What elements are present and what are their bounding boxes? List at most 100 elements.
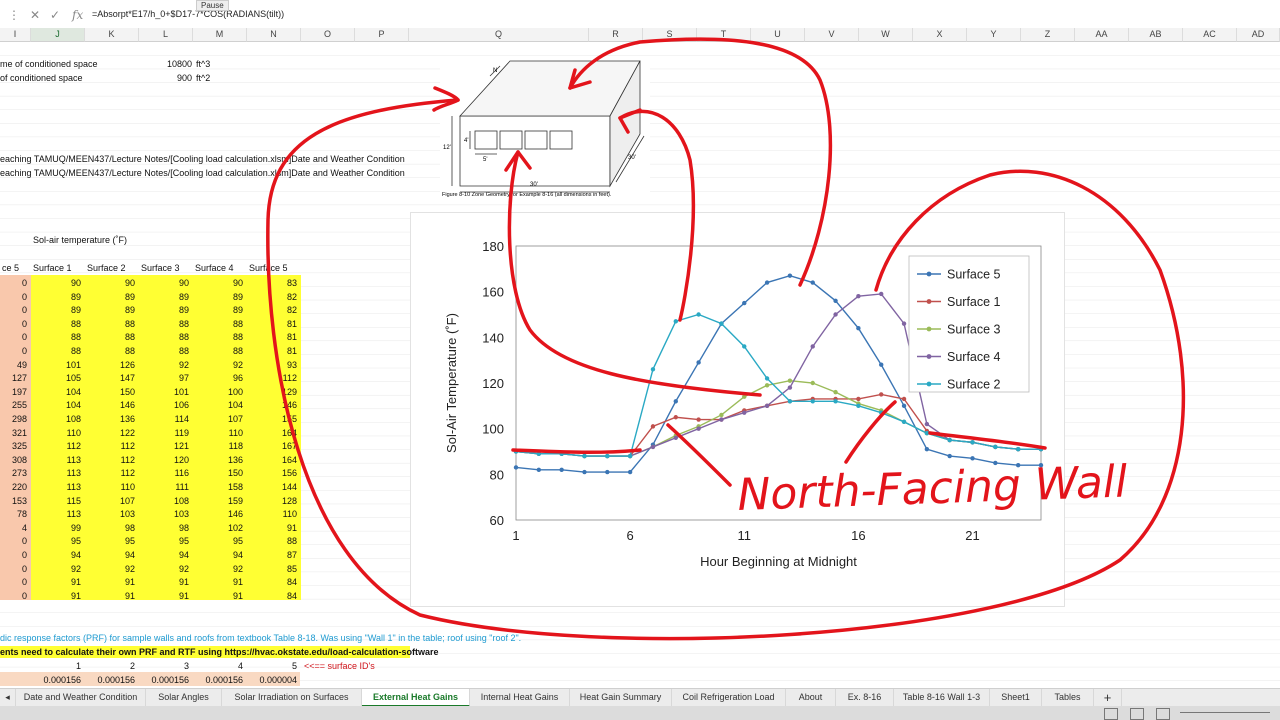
table-cell[interactable]: 111 [139, 481, 189, 493]
table-cell[interactable]: 104 [31, 399, 81, 411]
table-cell[interactable]: 88 [31, 318, 81, 330]
table-cell[interactable]: 89 [139, 291, 189, 303]
table-cell[interactable]: 91 [193, 576, 243, 588]
column-header-i[interactable]: I [0, 28, 31, 42]
table-cell[interactable]: 91 [139, 576, 189, 588]
formula-input[interactable]: =Absorpt*E17/h_0+$D17-7*COS(RADIANS(tilt… [92, 9, 284, 19]
tab-heat-gain-summary[interactable]: Heat Gain Summary [570, 689, 672, 707]
table-cell[interactable]: 89 [31, 304, 81, 316]
table-cell[interactable]: 110 [247, 508, 297, 520]
table-cell[interactable]: 93 [247, 359, 297, 371]
volume-value[interactable]: 10800 [150, 58, 192, 70]
link-cell-2[interactable]: eaching TAMUQ/MEEN437/Lecture Notes/[Coo… [0, 167, 405, 179]
area-value[interactable]: 900 [150, 72, 192, 84]
table-cell[interactable]: 88 [85, 318, 135, 330]
column-header-q[interactable]: Q [409, 28, 589, 42]
table-cell[interactable]: 197 [0, 386, 27, 398]
table-cell[interactable]: 49 [0, 359, 27, 371]
tab-solar-irradiation-on-surfaces[interactable]: Solar Irradiation on Surfaces [222, 689, 362, 707]
table-cell[interactable]: 81 [247, 345, 297, 357]
table-cell[interactable]: 92 [139, 563, 189, 575]
table-cell[interactable]: 90 [85, 277, 135, 289]
table-header[interactable]: Surface 5 [249, 262, 288, 274]
table-cell[interactable]: 110 [193, 427, 243, 439]
table-cell[interactable]: 88 [139, 318, 189, 330]
column-header-n[interactable]: N [247, 28, 301, 42]
table-cell[interactable]: 89 [31, 291, 81, 303]
column-header-w[interactable]: W [859, 28, 913, 42]
table-cell[interactable]: 102 [193, 522, 243, 534]
table-cell[interactable]: 0 [0, 576, 27, 588]
table-cell[interactable]: 100 [193, 386, 243, 398]
area-unit[interactable]: ft^2 [196, 72, 210, 84]
table-cell[interactable]: 96 [193, 372, 243, 384]
table-cell[interactable]: 107 [193, 413, 243, 425]
table-cell[interactable]: 155 [247, 413, 297, 425]
table-cell[interactable]: 81 [247, 331, 297, 343]
table-cell[interactable]: 113 [31, 481, 81, 493]
table-cell[interactable]: 98 [85, 522, 135, 534]
table-cell[interactable]: 0 [0, 277, 27, 289]
volume-unit[interactable]: ft^3 [196, 58, 210, 70]
column-header-aa[interactable]: AA [1075, 28, 1129, 42]
table-cell[interactable]: 91 [193, 590, 243, 602]
table-cell[interactable]: 106 [139, 399, 189, 411]
tab-table-8-16-wall-1-3[interactable]: Table 8-16 Wall 1-3 [894, 689, 990, 707]
column-header-ac[interactable]: AC [1183, 28, 1237, 42]
table-cell[interactable]: 88 [31, 345, 81, 357]
table-cell[interactable]: 94 [31, 549, 81, 561]
column-header-m[interactable]: M [193, 28, 247, 42]
table-cell[interactable]: 115 [31, 495, 81, 507]
table-cell[interactable]: 0 [0, 590, 27, 602]
table-cell[interactable]: 82 [247, 291, 297, 303]
table-cell[interactable]: 91 [139, 590, 189, 602]
table-cell[interactable]: 91 [31, 576, 81, 588]
table-cell[interactable]: 89 [193, 291, 243, 303]
table-cell[interactable]: 121 [139, 440, 189, 452]
table-cell[interactable]: 85 [247, 563, 297, 575]
table-cell[interactable]: 89 [85, 291, 135, 303]
table-cell[interactable]: 95 [85, 535, 135, 547]
tab-internal-heat-gains[interactable]: Internal Heat Gains [470, 689, 570, 707]
table-cell[interactable]: 108 [139, 495, 189, 507]
table-cell[interactable]: 147 [85, 372, 135, 384]
table-cell[interactable]: 273 [0, 467, 27, 479]
table-cell[interactable]: 220 [0, 481, 27, 493]
table-cell[interactable]: 146 [247, 399, 297, 411]
table-cell[interactable]: 112 [31, 440, 81, 452]
table-cell[interactable]: 156 [247, 467, 297, 479]
table-cell[interactable]: 112 [85, 467, 135, 479]
surface-id-cell[interactable]: 4 [193, 660, 243, 672]
volume-label[interactable]: me of conditioned space [0, 58, 98, 70]
table-cell[interactable]: 164 [247, 427, 297, 439]
table-cell[interactable]: 0 [0, 549, 27, 561]
table-cell[interactable]: 103 [139, 508, 189, 520]
table-cell[interactable]: 94 [193, 549, 243, 561]
column-header-p[interactable]: P [355, 28, 409, 42]
solair-title[interactable]: Sol-air temperature (˚F) [33, 234, 127, 246]
tab-ex-8-16[interactable]: Ex. 8-16 [836, 689, 894, 707]
table-cell[interactable]: 158 [193, 481, 243, 493]
table-cell[interactable]: 95 [139, 535, 189, 547]
cancel-icon[interactable]: ✕ [30, 8, 40, 22]
tab-date-and-weather-condition[interactable]: Date and Weather Condition [16, 689, 146, 707]
table-cell[interactable]: 90 [193, 277, 243, 289]
table-cell[interactable]: 88 [193, 345, 243, 357]
table-cell[interactable]: 92 [31, 563, 81, 575]
table-cell[interactable]: 122 [85, 427, 135, 439]
table-cell[interactable]: 88 [31, 331, 81, 343]
table-cell[interactable]: 94 [139, 549, 189, 561]
table-cell[interactable]: 126 [85, 359, 135, 371]
table-cell[interactable]: 0 [0, 304, 27, 316]
solair-chart[interactable]: 60 80 100 120 140 160 180 1 6 11 16 21 Hour Beginnin… [410, 212, 1065, 607]
table-cell[interactable]: 0 [0, 331, 27, 343]
column-header-ad[interactable]: AD [1237, 28, 1280, 42]
table-cell[interactable]: 89 [193, 304, 243, 316]
table-cell[interactable]: 97 [139, 372, 189, 384]
table-cell[interactable]: 91 [85, 576, 135, 588]
table-cell[interactable]: 95 [193, 535, 243, 547]
column-header-u[interactable]: U [751, 28, 805, 42]
table-cell[interactable]: 95 [31, 535, 81, 547]
need-note[interactable]: ents need to calculate their own PRF and… [0, 646, 439, 658]
column-header-y[interactable]: Y [967, 28, 1021, 42]
